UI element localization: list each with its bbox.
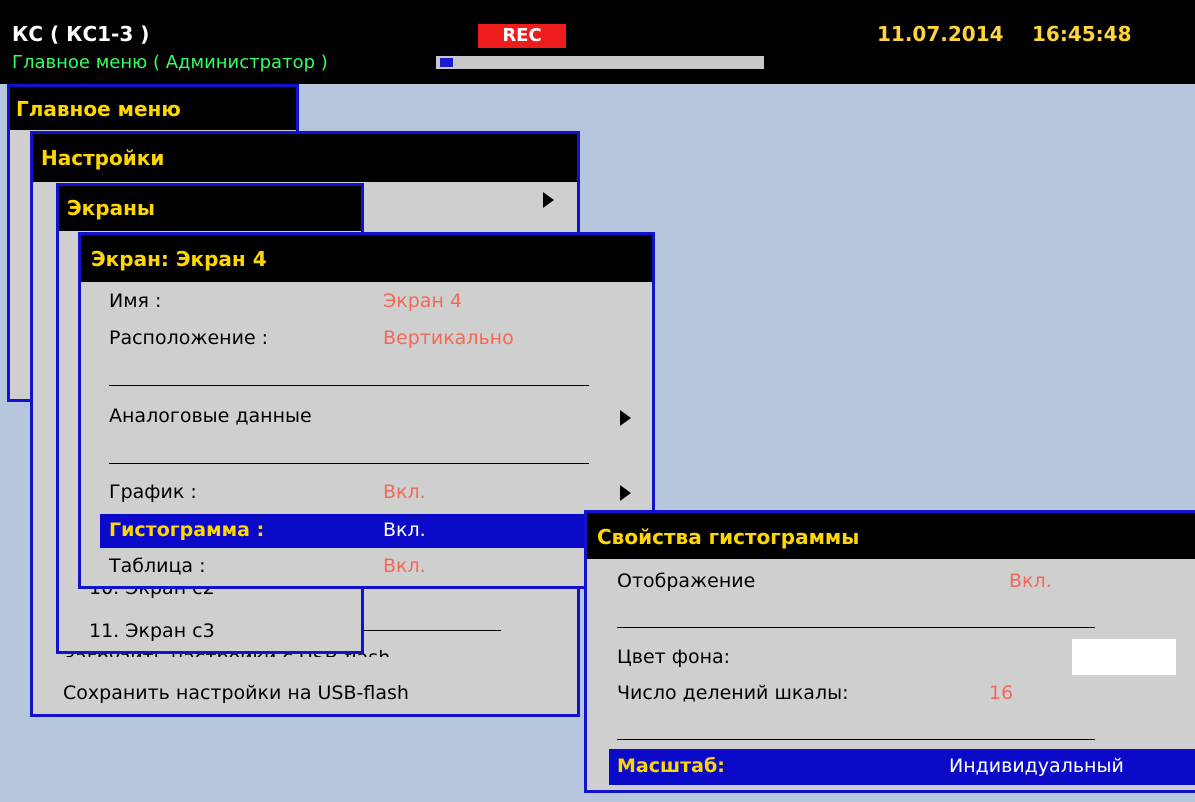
histogram-label: Гистограмма : [109, 519, 265, 541]
menu-item-save-usb[interactable]: Сохранить настройки на USB-flash [63, 682, 409, 704]
device-title: КС ( КС1-3 ) [12, 22, 150, 46]
memory-progress-fill [440, 58, 453, 67]
layout-value[interactable]: Вертикально [383, 327, 514, 349]
rec-badge: REC [478, 24, 566, 48]
bg-color-swatch[interactable] [1072, 639, 1176, 675]
screen-menu-panel: Экран: Экран 4 Имя : Экран 4 Расположени… [78, 232, 655, 589]
scale-label: Масштаб: [617, 755, 725, 777]
table-value[interactable]: Вкл. [383, 555, 426, 577]
name-label: Имя : [109, 290, 162, 312]
status-bar: КС ( КС1-3 ) REC 11.07.2014 16:45:48 Гла… [0, 0, 1195, 84]
separator [109, 385, 589, 386]
settings-menu-title: Настройки [33, 134, 577, 182]
submenu-arrow-icon [620, 410, 631, 426]
separator [617, 627, 1095, 628]
layout-label: Расположение : [109, 327, 269, 349]
bg-color-label: Цвет фона: [617, 646, 731, 668]
time-display: 16:45:48 [1032, 22, 1132, 46]
display-value[interactable]: Вкл. [1009, 570, 1052, 592]
table-label: Таблица : [109, 555, 206, 577]
submenu-arrow-icon [543, 192, 554, 208]
menu-breadcrumb: Главное меню ( Администратор ) [12, 52, 328, 73]
date-display: 11.07.2014 [877, 22, 1004, 46]
histogram-props-panel: Свойства гистограммы Отображение Вкл. Цв… [584, 510, 1195, 793]
histogram-value: Вкл. [383, 519, 426, 541]
divisions-value[interactable]: 16 [989, 682, 1013, 704]
separator [109, 463, 589, 464]
menu-item-analog-data[interactable]: Аналоговые данные [109, 405, 312, 427]
graph-value[interactable]: Вкл. [383, 481, 426, 503]
memory-progress-bar [436, 56, 764, 69]
screen-menu-title: Экран: Экран 4 [81, 235, 652, 282]
graph-label: График : [109, 481, 197, 503]
submenu-arrow-icon [620, 485, 631, 501]
histogram-props-title: Свойства гистограммы [587, 513, 1195, 559]
separator [617, 739, 1095, 740]
separator [363, 630, 501, 631]
menu-item-screen-c3[interactable]: 11. Экран с3 [89, 620, 215, 642]
divisions-label: Число делений шкалы: [617, 682, 849, 704]
scale-value: Индивидуальный [949, 755, 1124, 777]
main-menu-title: Главное меню [10, 87, 296, 130]
name-value[interactable]: Экран 4 [383, 290, 462, 312]
display-label: Отображение [617, 570, 756, 592]
screens-menu-title: Экраны [59, 186, 361, 231]
